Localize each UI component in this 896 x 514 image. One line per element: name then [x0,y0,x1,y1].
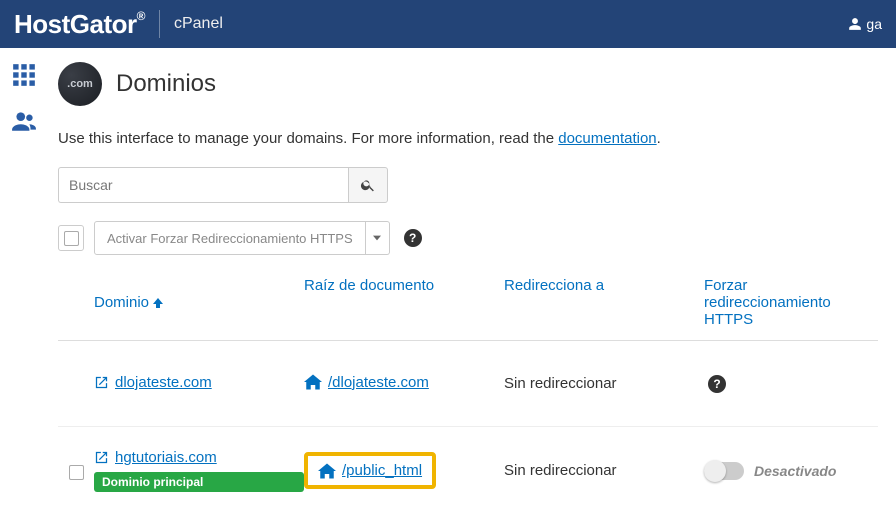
domains-table: Dominio Raíz de documento Redirecciona a… [58,267,878,514]
search-icon [360,177,376,193]
force-https-dropdown[interactable] [366,221,390,255]
domain-link[interactable]: dlojateste.com [94,374,212,391]
col-domain[interactable]: Dominio [94,277,304,328]
help-icon[interactable]: ? [404,229,422,247]
search-input[interactable] [58,167,348,203]
users-icon[interactable] [9,108,39,134]
select-all-checkbox[interactable] [58,225,84,251]
col-force-https[interactable]: Forzar redireccionamiento HTTPS [704,277,878,328]
intro-text: Use this interface to manage your domain… [58,130,878,147]
main-domain-badge: Dominio principal [94,472,304,492]
row-checkbox[interactable] [69,465,84,480]
table-header: Dominio Raíz de documento Redirecciona a… [58,267,878,341]
force-https-button[interactable]: Activar Forzar Redireccionamiento HTTPS [94,221,366,255]
sort-asc-icon [153,298,163,308]
external-link-icon [94,450,109,465]
home-icon [318,463,336,479]
doc-root-link[interactable]: /public_html [318,462,422,479]
user-name: ga [866,16,882,32]
brand-text: HostGator [14,9,137,39]
toggle-label: Desactivado [754,463,836,479]
highlighted-doc-root: /public_html [304,452,436,489]
documentation-link[interactable]: documentation [558,130,656,147]
top-header: HostGator® cPanel ga [0,0,896,48]
apps-grid-icon[interactable] [9,62,39,88]
help-icon[interactable]: ? [708,375,726,393]
col-doc-root[interactable]: Raíz de documento [304,277,504,328]
doc-root-link[interactable]: /dlojateste.com [304,374,429,391]
table-row: dlojateste.com /dlojateste.com Sin redir… [58,341,878,427]
external-link-icon [94,375,109,390]
redirect-value: Sin redireccionar [504,462,704,479]
brand-logo: HostGator® [14,9,145,40]
home-icon [304,374,322,390]
domain-circle-icon: .com [58,62,102,106]
left-sidebar [0,48,48,505]
table-row: hgtutoriais.com Dominio principal /publi… [58,427,878,514]
search-button[interactable] [348,167,388,203]
https-toggle[interactable] [704,462,744,480]
main-content: .com Dominios Use this interface to mana… [48,48,896,505]
chevron-down-icon [373,234,381,242]
header-divider [159,10,160,38]
col-redirect[interactable]: Redirecciona a [504,277,704,328]
user-icon [848,17,862,31]
domain-link[interactable]: hgtutoriais.com [94,449,304,466]
redirect-value: Sin redireccionar [504,375,704,392]
page-title: Dominios [116,70,216,98]
user-menu[interactable]: ga [848,16,882,32]
panel-label: cPanel [174,15,223,33]
